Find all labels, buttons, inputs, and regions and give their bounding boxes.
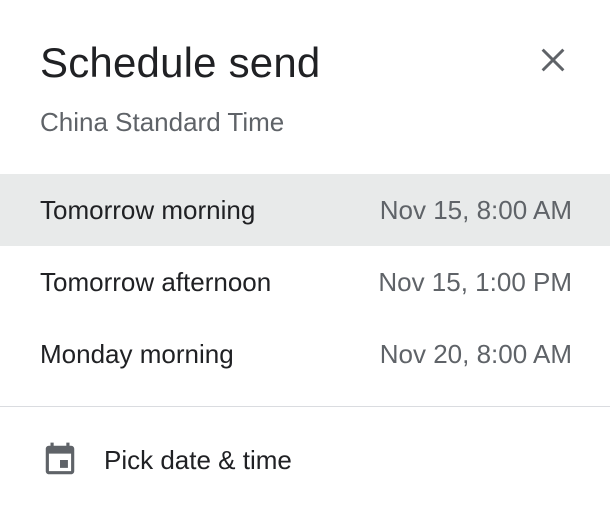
option-tomorrow-afternoon[interactable]: Tomorrow afternoon Nov 15, 1:00 PM [0,246,610,318]
calendar-icon [40,440,80,480]
timezone-label: China Standard Time [40,107,285,137]
dialog-title: Schedule send [40,39,321,86]
option-label: Monday morning [40,338,234,369]
pick-date-time-label: Pick date & time [104,444,292,475]
close-icon [541,48,565,72]
option-time: Nov 15, 8:00 AM [379,194,572,225]
option-tomorrow-morning[interactable]: Tomorrow morning Nov 15, 8:00 AM [0,174,610,246]
schedule-send-dialog: Schedule send China Standard Time Tomorr… [0,0,610,508]
option-label: Tomorrow afternoon [40,266,272,297]
option-monday-morning[interactable]: Monday morning Nov 20, 8:00 AM [0,318,610,390]
option-label: Tomorrow morning [40,194,256,225]
divider [0,406,610,407]
schedule-options-list: Tomorrow morning Nov 15, 8:00 AM Tomorro… [0,174,610,390]
pick-date-time-button[interactable]: Pick date & time [0,424,610,496]
dialog-header: Schedule send China Standard Time [0,0,610,174]
option-time: Nov 20, 8:00 AM [379,338,572,369]
option-time: Nov 15, 1:00 PM [378,266,572,297]
close-button[interactable] [529,36,577,84]
